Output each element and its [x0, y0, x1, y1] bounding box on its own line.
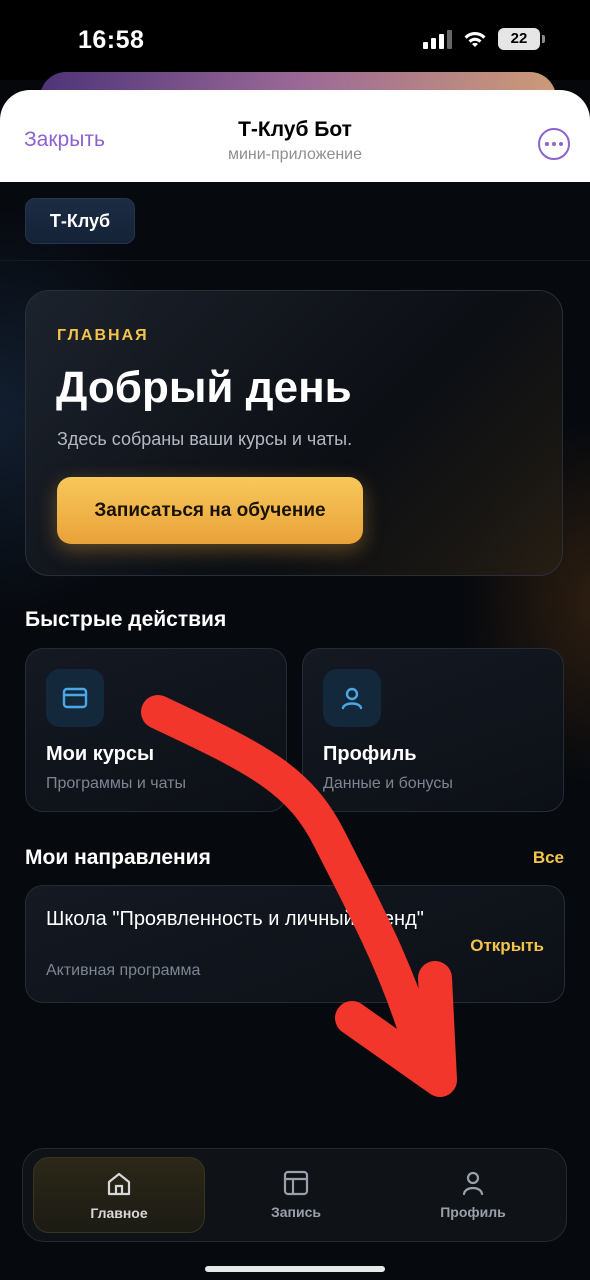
hero-eyebrow: ГЛАВНАЯ	[57, 327, 149, 344]
hero-description: Здесь собраны ваши курсы и чаты.	[57, 429, 353, 449]
wifi-icon	[464, 32, 486, 47]
nav-item-home[interactable]: Главное	[33, 1157, 205, 1233]
app-content: Т-Клуб ГЛАВНАЯ Добрый день Здесь собраны…	[0, 182, 590, 1280]
open-direction-button[interactable]: Открыть	[470, 936, 544, 956]
more-dot	[552, 142, 556, 146]
quick-action-title: Профиль	[323, 743, 417, 765]
hero-card: ГЛАВНАЯ Добрый день Здесь собраны ваши к…	[25, 290, 563, 576]
more-dot	[559, 142, 563, 146]
more-horizontal-icon	[545, 142, 549, 146]
direction-card[interactable]: Школа "Проявленность и личный бренд" Акт…	[25, 885, 565, 1003]
courses-window-icon	[46, 669, 104, 727]
directions-title: Мои направления	[25, 846, 211, 869]
quick-action-profile[interactable]: Профиль Данные и бонусы	[302, 648, 564, 812]
quick-action-subtitle: Данные и бонусы	[323, 775, 453, 792]
status-time: 16:58	[78, 26, 145, 54]
miniapp-title: Т-Клуб Бот	[238, 118, 352, 141]
more-options-button[interactable]	[538, 128, 570, 160]
quick-actions-title: Быстрые действия	[25, 608, 227, 631]
status-bar: 16:58 22	[0, 0, 590, 80]
brand-badge[interactable]: Т-Клуб	[25, 198, 135, 244]
enroll-button[interactable]: Записаться на обучение	[57, 477, 363, 544]
miniapp-header: Закрыть Т-Клуб Бот мини-приложение	[0, 90, 590, 182]
direction-title: Школа "Проявленность и личный бренд"	[46, 908, 424, 930]
nav-label: Профиль	[440, 1204, 506, 1220]
nav-item-booking[interactable]: Запись	[210, 1157, 382, 1233]
see-all-link[interactable]: Все	[533, 848, 564, 868]
bottom-navigation: Главное Запись Профиль	[22, 1148, 567, 1242]
nav-label: Запись	[270, 1204, 321, 1220]
miniapp-subtitle: мини-приложение	[227, 146, 363, 163]
status-icons: 22	[423, 28, 545, 50]
nav-label: Главное	[90, 1205, 148, 1221]
cellular-signal-icon	[423, 29, 452, 49]
phone-screen: 16:58 22 Закрыть Т-Клуб Бот мини-приложе…	[0, 0, 590, 1280]
home-indicator	[205, 1266, 385, 1272]
nav-item-profile[interactable]: Профиль	[387, 1157, 559, 1233]
user-icon	[323, 669, 381, 727]
quick-action-my-courses[interactable]: Мои курсы Программы и чаты	[25, 648, 287, 812]
home-icon	[34, 1170, 204, 1198]
battery-icon: 22	[498, 28, 545, 50]
quick-action-subtitle: Программы и чаты	[46, 775, 186, 792]
quick-action-title: Мои курсы	[46, 743, 155, 765]
direction-status: Активная программа	[46, 962, 201, 979]
hero-title: Добрый день	[56, 363, 352, 412]
layout-icon	[210, 1169, 382, 1197]
app-top-bar: Т-Клуб	[0, 182, 590, 261]
user-icon	[387, 1169, 559, 1197]
